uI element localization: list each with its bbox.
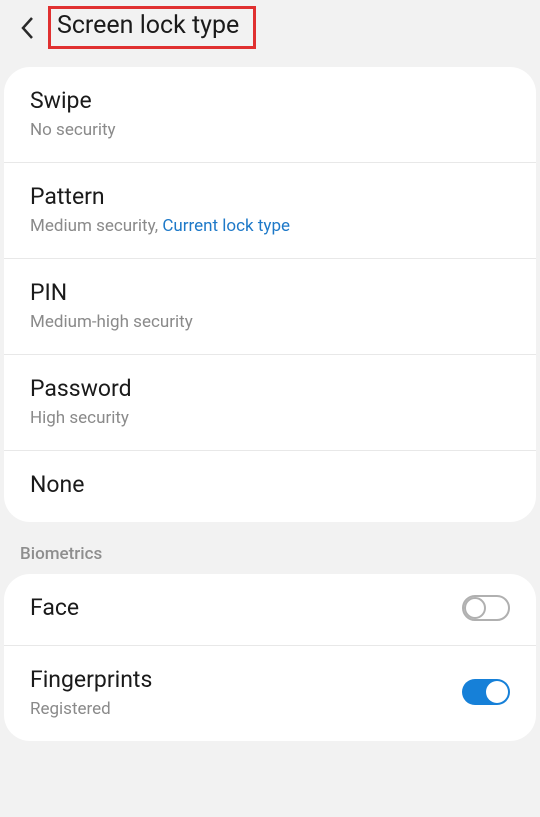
- biometric-sub: Registered: [30, 699, 152, 719]
- lock-type-sub: Medium security, Current lock type: [30, 216, 510, 236]
- lock-types-card: Swipe No security Pattern Medium securit…: [4, 67, 536, 522]
- current-lock-label: Current lock type: [162, 216, 290, 236]
- biometric-face[interactable]: Face: [4, 574, 536, 646]
- lock-type-swipe[interactable]: Swipe No security: [4, 67, 536, 163]
- page-title: Screen lock type: [57, 11, 239, 40]
- fingerprints-toggle[interactable]: [462, 679, 510, 705]
- back-icon[interactable]: [12, 12, 44, 44]
- lock-type-title: Swipe: [30, 85, 510, 116]
- lock-type-title: Password: [30, 373, 510, 404]
- lock-type-sub: High security: [30, 408, 510, 428]
- lock-type-pin[interactable]: PIN Medium-high security: [4, 259, 536, 355]
- lock-type-sub: No security: [30, 120, 510, 140]
- biometric-title: Face: [30, 592, 79, 623]
- biometric-fingerprints[interactable]: Fingerprints Registered: [4, 646, 536, 741]
- biometric-title: Fingerprints: [30, 664, 152, 695]
- lock-type-title: Pattern: [30, 181, 510, 212]
- lock-type-title: None: [30, 469, 510, 500]
- lock-type-pattern[interactable]: Pattern Medium security, Current lock ty…: [4, 163, 536, 259]
- biometrics-card: Face Fingerprints Registered: [4, 574, 536, 741]
- header: Screen lock type: [0, 0, 540, 67]
- section-label-biometrics: Biometrics: [0, 522, 540, 574]
- lock-type-sub: Medium-high security: [30, 312, 510, 332]
- lock-type-title: PIN: [30, 277, 510, 308]
- face-toggle[interactable]: [462, 595, 510, 621]
- lock-type-none[interactable]: None: [4, 451, 536, 522]
- title-highlight: Screen lock type: [48, 6, 256, 49]
- lock-type-password[interactable]: Password High security: [4, 355, 536, 451]
